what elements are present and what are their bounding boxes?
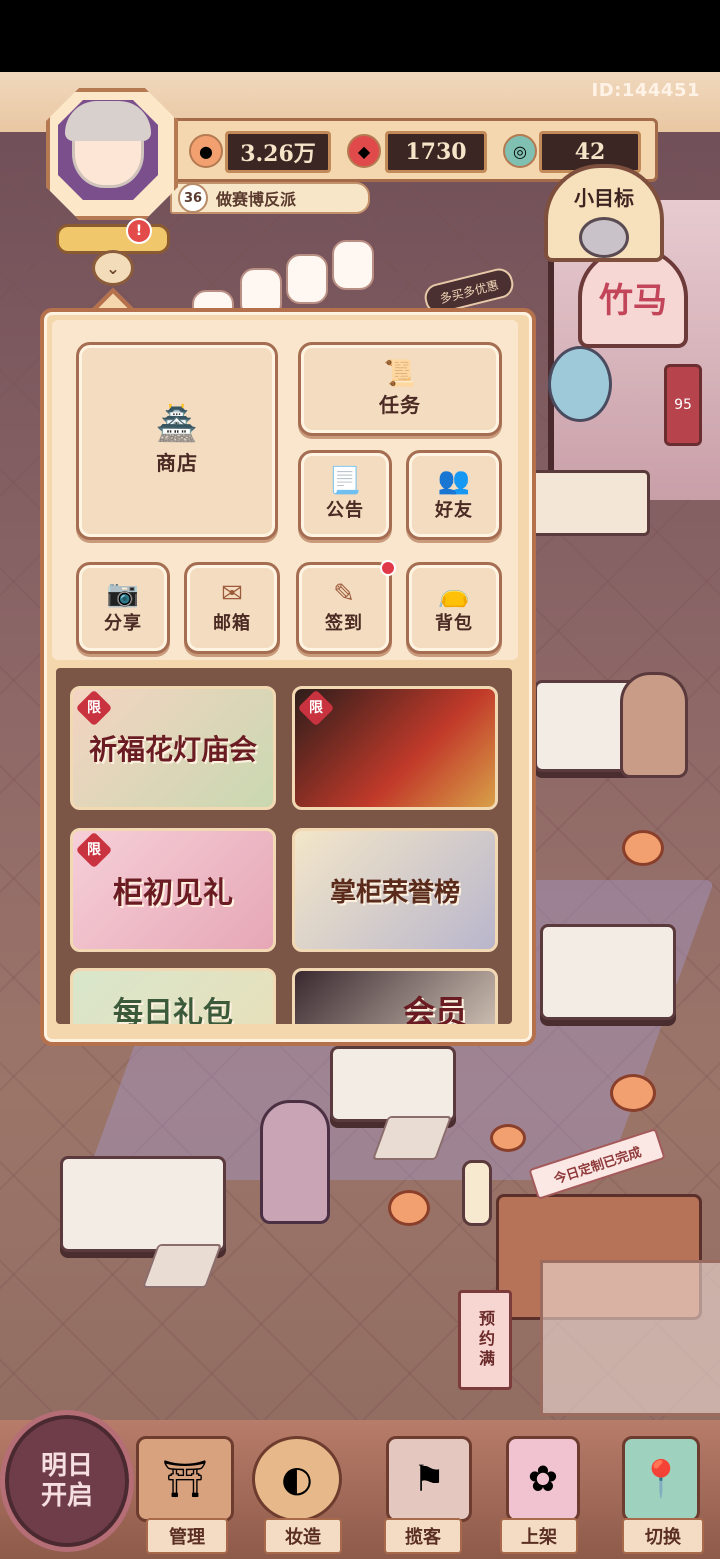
event-banner-daily-gift[interactable]: 每日礼包 <box>70 968 276 1024</box>
goal-mascot-icon <box>579 217 629 258</box>
tab-craft[interactable]: 妆造 <box>264 1518 342 1554</box>
red-gem-icon: ◆ <box>347 134 381 168</box>
coin-counter[interactable]: 3.26万 <box>225 131 331 173</box>
limited-badge: 限 <box>75 831 113 869</box>
scroll-book-icon: 📜 <box>383 358 417 389</box>
shop-button[interactable]: 🏯 商店 <box>76 342 278 540</box>
signpost-icon[interactable]: ⚑ <box>386 1436 472 1522</box>
friends-icon: 👥 <box>437 466 471 496</box>
event-title: 会员 <box>402 993 467 1024</box>
open-tomorrow-button[interactable]: 明日开启 <box>0 1410 134 1552</box>
folding-screen <box>540 1260 720 1416</box>
task-label: 任务 <box>379 392 421 417</box>
chevron-down-icon[interactable]: ⌄ <box>92 250 134 286</box>
tab-attract[interactable]: 揽客 <box>384 1518 462 1554</box>
limited-badge: 限 <box>75 689 113 727</box>
display-counter[interactable] <box>330 1046 456 1122</box>
tab-manage[interactable]: 管理 <box>146 1518 228 1554</box>
ledger-desk[interactable] <box>520 470 650 536</box>
share-button[interactable]: 📷 分享 <box>76 562 170 654</box>
coin-icon: ● <box>189 134 223 168</box>
limited-badge: 限 <box>297 689 335 727</box>
event-title: 柜初见礼 <box>113 876 233 911</box>
coin-drop-icon[interactable] <box>622 830 664 866</box>
map-pin-icon[interactable]: 📍 <box>622 1436 700 1522</box>
event-banner-lantern-fair[interactable]: 限 祈福花灯庙会 <box>70 686 276 810</box>
lamp-post <box>462 1160 492 1226</box>
coin-drop-icon[interactable] <box>388 1190 430 1226</box>
checkin-brush-icon: ✎ <box>333 579 355 609</box>
npc-customer[interactable] <box>620 672 688 778</box>
event-title: 每日礼包 <box>113 996 233 1024</box>
tab-shelf[interactable]: 上架 <box>500 1518 578 1554</box>
notification-dot <box>380 560 396 576</box>
camera-icon: 📷 <box>106 579 140 609</box>
lantern-decoration <box>286 254 328 304</box>
notice-label: 公告 <box>326 500 364 521</box>
tab-switch[interactable]: 切换 <box>622 1518 704 1554</box>
event-title: 祈福花灯庙会 <box>88 733 257 766</box>
avatar-face <box>65 101 151 188</box>
jade-coin-icon: ◎ <box>503 134 537 168</box>
gem-counter[interactable]: 1730 <box>385 131 487 173</box>
task-button[interactable]: 📜 任务 <box>298 342 502 436</box>
player-level-title: 36 做赛博反派 <box>170 182 370 214</box>
display-counter[interactable] <box>540 924 676 1020</box>
alert-badge: ! <box>126 218 152 244</box>
display-stand-icon[interactable]: ✿ <box>506 1436 580 1522</box>
mail-button[interactable]: ✉ 邮箱 <box>184 562 280 654</box>
event-banner-honor-list[interactable]: 掌柜荣誉榜 <box>292 828 498 952</box>
coin-drop-icon[interactable] <box>610 1074 656 1112</box>
player-id: ID:144451 <box>591 80 700 101</box>
checkin-label: 签到 <box>325 613 363 634</box>
bag-label: 背包 <box>435 613 473 634</box>
event-title: 掌柜荣誉榜 <box>329 877 460 908</box>
goal-button[interactable]: 小目标 <box>544 164 664 262</box>
friends-label: 好友 <box>435 500 473 521</box>
share-label: 分享 <box>104 613 142 634</box>
coin-drop-icon[interactable] <box>490 1124 526 1152</box>
mail-label: 邮箱 <box>213 613 251 634</box>
shop-icon: 🏯 <box>155 403 199 444</box>
makeup-icon[interactable]: ◐ <box>252 1436 342 1522</box>
friends-button[interactable]: 👥 好友 <box>406 450 502 540</box>
mailbox-icon: ✉ <box>221 579 243 609</box>
goal-label: 小目标 <box>574 186 634 210</box>
notice-button[interactable]: 📃 公告 <box>298 450 392 540</box>
notice-scroll-icon: 📃 <box>328 466 362 496</box>
reservation-sign: 预约满 <box>458 1290 512 1390</box>
open-tomorrow-label: 明日开启 <box>40 1451 93 1511</box>
player-character[interactable] <box>260 1100 330 1224</box>
lantern-decoration <box>332 240 374 290</box>
bag-icon: 👝 <box>437 579 471 609</box>
event-banner-member[interactable]: 会员 <box>292 968 498 1024</box>
level-number: 36 <box>178 183 208 213</box>
shop-label: 商店 <box>156 450 198 475</box>
status-bar <box>0 0 720 72</box>
bag-button[interactable]: 👝 背包 <box>406 562 502 654</box>
checkin-button[interactable]: ✎ 签到 <box>296 562 392 654</box>
event-banner-first-gift[interactable]: 限 柜初见礼 <box>70 828 276 952</box>
event-banner-limited-hero[interactable]: 限 <box>292 686 498 810</box>
shop-sign-tag: 95 <box>664 364 702 446</box>
level-title: 做赛博反派 <box>216 190 297 209</box>
display-counter[interactable] <box>60 1156 226 1252</box>
event-banner-list[interactable]: 限 祈福花灯庙会 限 限 柜初见礼 掌柜荣誉榜 每日礼包 会员 <box>56 668 512 1024</box>
gate-icon[interactable]: ⛩ <box>136 1436 234 1522</box>
player-avatar[interactable] <box>58 100 158 200</box>
npc-character[interactable] <box>548 346 612 422</box>
